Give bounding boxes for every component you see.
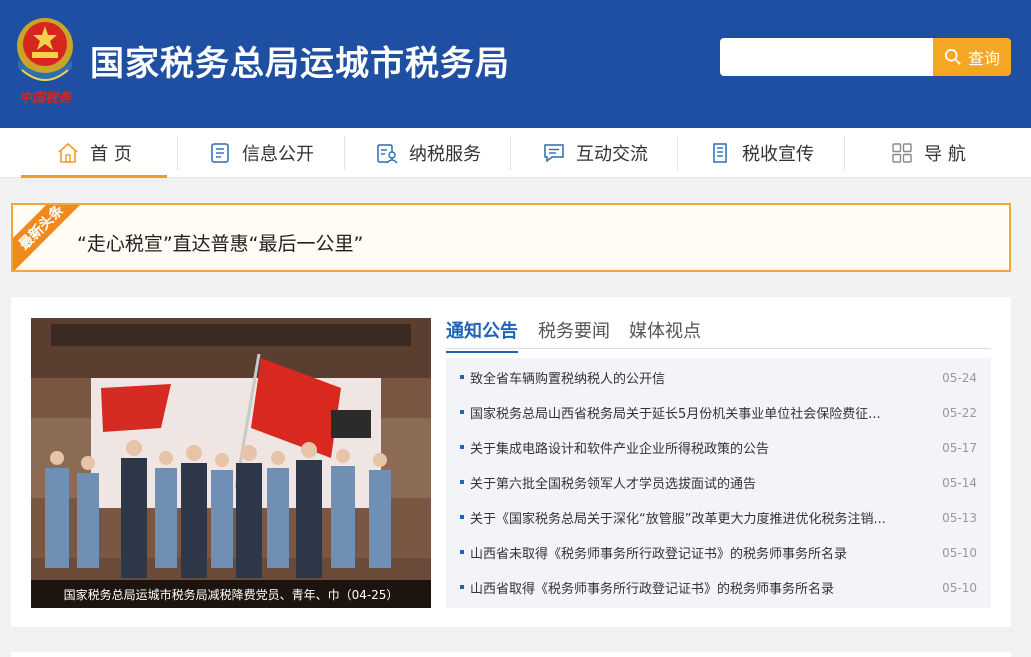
bullet-icon (460, 550, 464, 554)
tab-notices[interactable]: 通知公告 (446, 317, 518, 353)
next-section-panel (11, 652, 1011, 657)
nav-divider (177, 136, 178, 170)
nav-label: 首 页 (90, 144, 132, 165)
home-icon (58, 142, 78, 163)
news-title[interactable]: 关于第六批全国税务领军人才学员选拔面试的通告 (470, 473, 915, 492)
nav-label: 互动交流 (576, 144, 648, 165)
news-title[interactable]: 国家税务总局山西省税务局关于延长5月份机关事业单位社会保险费征... (470, 403, 915, 422)
news-title[interactable]: 关于《国家税务总局关于深化“放管服”改革更大力度推进优化税务注销... (470, 508, 915, 527)
search-button-label: 查询 (967, 49, 1000, 68)
search-icon (944, 48, 961, 65)
bullet-icon (460, 585, 464, 589)
nav-label: 纳税服务 (409, 144, 481, 165)
news-date: 05-24 (942, 370, 977, 385)
list-item[interactable]: 致全省车辆购置税纳税人的公开信 05-24 (446, 360, 991, 395)
news-date: 05-22 (942, 405, 977, 420)
list-item[interactable]: 国家税务总局山西省税务局关于延长5月份机关事业单位社会保险费征... 05-22 (446, 395, 991, 430)
news-date: 05-14 (942, 475, 977, 490)
news-date: 05-13 (942, 510, 977, 525)
news-title[interactable]: 山西省取得《税务师事务所行政登记证书》的税务师事务所名录 (470, 578, 915, 597)
news-title[interactable]: 山西省未取得《税务师事务所行政登记证书》的税务师事务所名录 (470, 543, 915, 562)
list-item[interactable]: 关于第六批全国税务领军人才学员选拔面试的通告 05-14 (446, 465, 991, 500)
headline-link[interactable]: “走心税宣”直达普惠“最后一公里” (77, 229, 363, 256)
bullet-icon (460, 445, 464, 449)
news-date: 05-10 (942, 580, 977, 595)
site-header: 中国税务 国家税务总局运城市税务局 查询 (0, 0, 1031, 128)
nav-item-navigation[interactable]: 导 航 (855, 128, 1001, 178)
news-title[interactable]: 关于集成电路设计和软件产业企业所得税政策的公告 (470, 438, 915, 457)
nav-item-home[interactable]: 首 页 (21, 128, 167, 178)
tax-emblem-logo[interactable]: 中国税务 (12, 10, 78, 106)
nav-item-service[interactable]: 纳税服务 (355, 128, 501, 178)
news-list: 致全省车辆购置税纳税人的公开信 05-24 国家税务总局山西省税务局关于延长5月… (446, 358, 991, 608)
bullet-icon (460, 480, 464, 484)
news-date: 05-17 (942, 440, 977, 455)
nav-divider (344, 136, 345, 170)
feature-photo-image (31, 318, 431, 608)
book-icon (713, 143, 727, 163)
emblem-text: 中国税务 (19, 90, 73, 106)
chat-icon (544, 144, 564, 163)
nav-divider (510, 136, 511, 170)
document-list-icon (211, 143, 229, 163)
main-nav: 首 页 信息公开 纳税服务 互动交流 税收宣传 导 航 (0, 128, 1031, 178)
search-button[interactable]: 查询 (933, 38, 1011, 76)
nav-label: 导 航 (924, 144, 966, 165)
grid-icon (892, 143, 912, 163)
bullet-icon (460, 375, 464, 379)
headline-banner: 最新头条 “走心税宣”直达普惠“最后一公里” (11, 203, 1011, 272)
tab-media[interactable]: 媒体视点 (629, 317, 701, 343)
nav-label: 信息公开 (242, 144, 314, 165)
list-item[interactable]: 山西省未取得《税务师事务所行政登记证书》的税务师事务所名录 05-10 (446, 535, 991, 570)
nav-item-interaction[interactable]: 互动交流 (522, 128, 668, 178)
list-item[interactable]: 关于集成电路设计和软件产业企业所得税政策的公告 05-17 (446, 430, 991, 465)
feature-photo[interactable]: 国家税务总局运城市税务局减税降费党员、青年、巾（04-25） (31, 318, 431, 608)
list-item[interactable]: 山西省取得《税务师事务所行政登记证书》的税务师事务所名录 05-10 (446, 570, 991, 605)
user-service-icon (377, 144, 398, 164)
search-input[interactable] (720, 38, 933, 76)
tab-tax-news[interactable]: 税务要闻 (538, 317, 610, 343)
list-item[interactable]: 关于《国家税务总局关于深化“放管服”改革更大力度推进优化税务注销... 05-1… (446, 500, 991, 535)
nav-divider (677, 136, 678, 170)
bullet-icon (460, 410, 464, 414)
news-date: 05-10 (942, 545, 977, 560)
news-tabs: 通知公告 税务要闻 媒体视点 (446, 317, 991, 353)
news-title[interactable]: 致全省车辆购置税纳税人的公开信 (470, 368, 915, 387)
nav-label: 税收宣传 (742, 144, 814, 165)
main-panel: 国家税务总局运城市税务局减税降费党员、青年、巾（04-25） 通知公告 税务要闻… (11, 297, 1011, 627)
nav-item-info[interactable]: 信息公开 (188, 128, 334, 178)
nav-divider (844, 136, 845, 170)
bullet-icon (460, 515, 464, 519)
feature-photo-caption[interactable]: 国家税务总局运城市税务局减税降费党员、青年、巾（04-25） (31, 580, 431, 608)
site-title: 国家税务总局运城市税务局 (90, 44, 510, 84)
nav-item-publicity[interactable]: 税收宣传 (688, 128, 834, 178)
